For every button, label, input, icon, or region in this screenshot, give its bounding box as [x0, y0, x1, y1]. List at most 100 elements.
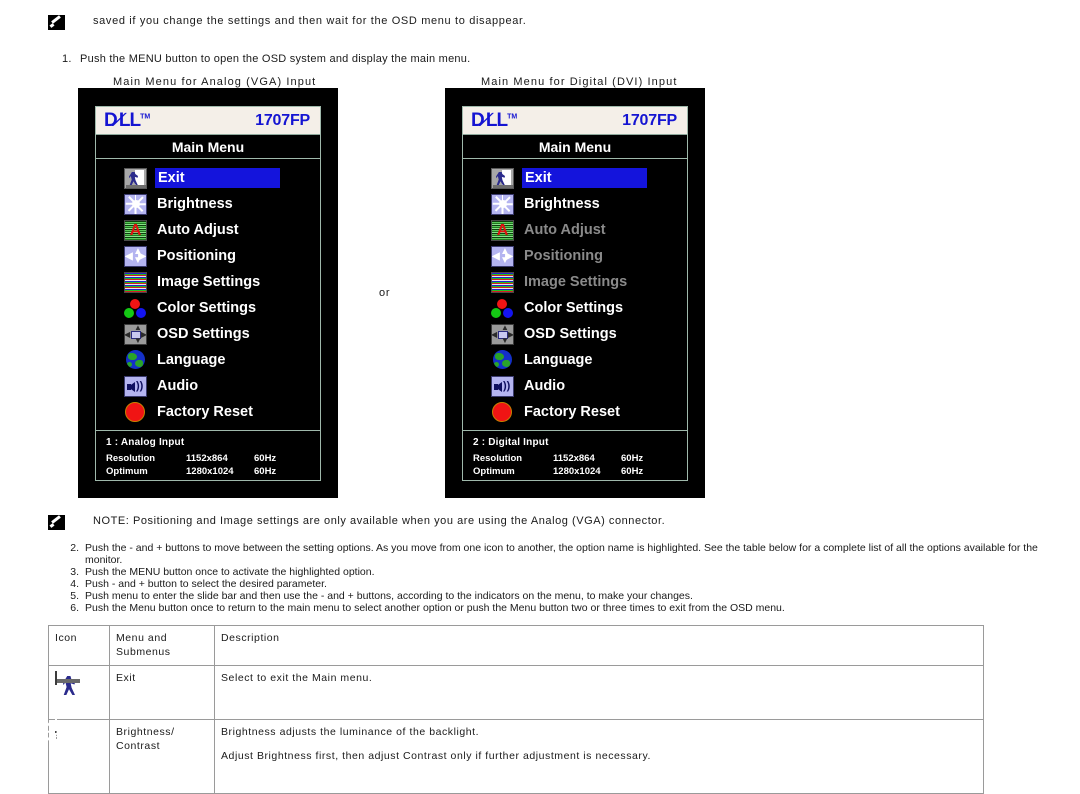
osd-item-osd-settings-analog[interactable]: ▲ ▼ ◀ ▶ OSD Settings	[96, 321, 320, 347]
brightness-icon	[491, 193, 514, 215]
osd-item-language-analog[interactable]: Language	[96, 347, 320, 373]
memo-pencil-icon	[48, 515, 65, 530]
dell-logo-tm: TM	[140, 113, 151, 121]
osd-item-label: Positioning	[524, 248, 603, 264]
osd-item-label: OSD Settings	[157, 326, 250, 342]
exit-icon	[55, 671, 80, 697]
osd-optimum-row-analog: Optimum 1280x1024 60Hz	[106, 465, 320, 478]
brightness-icon	[124, 193, 147, 215]
osd-resolution-value: 1152x864	[186, 453, 228, 464]
monitor-model-digital: 1707FP	[622, 111, 677, 129]
osd-panel-digital-dvi: D∕LLTM 1707FP Main Menu Exit Brightness …	[445, 88, 705, 498]
osd-resolution-refresh: 60Hz	[621, 453, 644, 464]
table-desc-paragraph: Adjust Brightness first, then adjust Con…	[221, 750, 651, 762]
osd-item-brightness-digital[interactable]: Brightness	[463, 191, 687, 217]
step-item: 5. Push menu to enter the slide bar and …	[62, 589, 1052, 603]
osd-item-brightness-analog[interactable]: Brightness	[96, 191, 320, 217]
factory-reset-icon	[124, 401, 147, 423]
osd-item-color-settings-digital[interactable]: Color Settings	[463, 295, 687, 321]
osd-item-label: Positioning	[157, 248, 236, 264]
top-note-text: saved if you change the settings and the…	[93, 15, 527, 27]
dell-logo-tm: TM	[507, 113, 518, 121]
table-cell-icon	[43, 719, 110, 794]
brightness-contrast-icon	[43, 719, 69, 745]
osd-item-label: Exit	[155, 168, 280, 188]
osd-inner-digital: D∕LLTM 1707FP Main Menu Exit Brightness …	[462, 106, 688, 481]
osd-item-label: Auto Adjust	[524, 222, 606, 238]
table-cell-description: Brightness adjusts the luminance of the …	[214, 719, 984, 794]
factory-reset-icon	[491, 401, 514, 423]
osd-item-label: Exit	[522, 168, 647, 188]
osd-item-label: Brightness	[157, 196, 233, 212]
table-header-row: Icon Menu and Submenus Description	[48, 625, 984, 666]
table-row: Exit Select to exit the Main menu.	[48, 665, 984, 720]
osd-item-audio-digital[interactable]: )) Audio	[463, 373, 687, 399]
step-item: 4. Push - and + button to select the des…	[62, 577, 1052, 591]
audio-speaker-icon: ))	[491, 375, 514, 397]
osd-item-language-digital[interactable]: Language	[463, 347, 687, 373]
step-text: Push the Menu button once to return to t…	[85, 601, 785, 614]
caption-digital-dvi: Main Menu for Digital (DVI) Input	[481, 76, 678, 88]
osd-item-label: Color Settings	[524, 300, 624, 316]
osd-item-label: Language	[157, 352, 226, 368]
step-text: Push menu to enter the slide bar and the…	[85, 589, 693, 602]
osd-settings-icon: ▲ ▼ ◀ ▶	[491, 323, 514, 345]
osd-optimum-refresh: 60Hz	[254, 466, 277, 477]
image-settings-icon	[491, 271, 514, 293]
auto-adjust-icon: A	[124, 219, 147, 241]
osd-item-auto-adjust-digital: A Auto Adjust	[463, 217, 687, 243]
osd-item-positioning-analog[interactable]: ▲ ▼ ◀ ▶ Positioning	[96, 243, 320, 269]
osd-item-label: Brightness	[524, 196, 600, 212]
osd-resolution-row-analog: Resolution 1152x864 60Hz	[106, 452, 320, 465]
osd-title-digital: Main Menu	[463, 135, 687, 159]
osd-item-factory-reset-analog[interactable]: Factory Reset	[96, 399, 320, 425]
osd-item-label: Language	[524, 352, 593, 368]
step-text: Push - and + button to select the desire…	[85, 577, 327, 590]
step-number: 6.	[70, 601, 79, 614]
step-number: 4.	[70, 577, 79, 590]
osd-item-factory-reset-digital[interactable]: Factory Reset	[463, 399, 687, 425]
table-desc-paragraph: Select to exit the Main menu.	[221, 672, 373, 684]
osd-brand-bar-digital: D∕LLTM 1707FP	[463, 107, 687, 135]
osd-item-label: Color Settings	[157, 300, 257, 316]
osd-item-image-settings-analog[interactable]: Image Settings	[96, 269, 320, 295]
table-cell-description: Select to exit the Main menu.	[214, 665, 984, 720]
osd-item-color-settings-analog[interactable]: Color Settings	[96, 295, 320, 321]
osd-item-auto-adjust-analog[interactable]: A Auto Adjust	[96, 217, 320, 243]
audio-speaker-icon: ))	[124, 375, 147, 397]
or-separator-label: or	[379, 287, 391, 299]
osd-item-image-settings-digital: Image Settings	[463, 269, 687, 295]
note-positioning-image-text: NOTE: Positioning and Image settings are…	[93, 515, 666, 527]
osd-resolution-key: Resolution	[106, 453, 156, 464]
osd-item-osd-settings-digital[interactable]: ▲ ▼ ◀ ▶ OSD Settings	[463, 321, 687, 347]
exit-icon	[491, 167, 514, 189]
osd-item-label: Factory Reset	[524, 404, 620, 420]
osd-optimum-refresh: 60Hz	[621, 466, 644, 477]
dell-logo: D∕LLTM	[471, 109, 518, 131]
instruction-steps: 2. Push the - and + buttons to move betw…	[62, 542, 1052, 615]
osd-item-label: Image Settings	[157, 274, 261, 290]
step-1-text: Push the MENU button to open the OSD sys…	[80, 53, 471, 65]
osd-item-label: OSD Settings	[524, 326, 617, 342]
positioning-icon: ▲ ▼ ◀ ▶	[124, 245, 147, 267]
osd-item-label: Auto Adjust	[157, 222, 239, 238]
osd-brand-bar-analog: D∕LLTM 1707FP	[96, 107, 320, 135]
table-desc-paragraph: Brightness adjusts the luminance of the …	[221, 726, 480, 738]
step-number: 3.	[70, 565, 79, 578]
table-cell-menu: Brightness/ Contrast	[109, 719, 215, 794]
exit-icon	[124, 167, 147, 189]
osd-input-label-analog: 1 : Analog Input	[106, 437, 185, 448]
osd-item-audio-analog[interactable]: )) Audio	[96, 373, 320, 399]
osd-resolution-value: 1152x864	[553, 453, 595, 464]
monitor-model-analog: 1707FP	[255, 111, 310, 129]
osd-settings-icon: ▲ ▼ ◀ ▶	[124, 323, 147, 345]
osd-title-analog: Main Menu	[96, 135, 320, 159]
color-settings-icon	[124, 298, 147, 319]
osd-footer-analog: 1 : Analog Input Resolution 1152x864 60H…	[96, 431, 320, 482]
osd-item-exit-analog[interactable]: Exit	[96, 165, 320, 191]
table-row: Brightness/ Contrast Brightness adjusts …	[43, 719, 984, 794]
osd-optimum-value: 1280x1024	[186, 466, 234, 477]
osd-item-exit-digital[interactable]: Exit	[463, 165, 687, 191]
language-globe-icon	[124, 349, 147, 371]
step-1-number: 1.	[62, 53, 72, 65]
